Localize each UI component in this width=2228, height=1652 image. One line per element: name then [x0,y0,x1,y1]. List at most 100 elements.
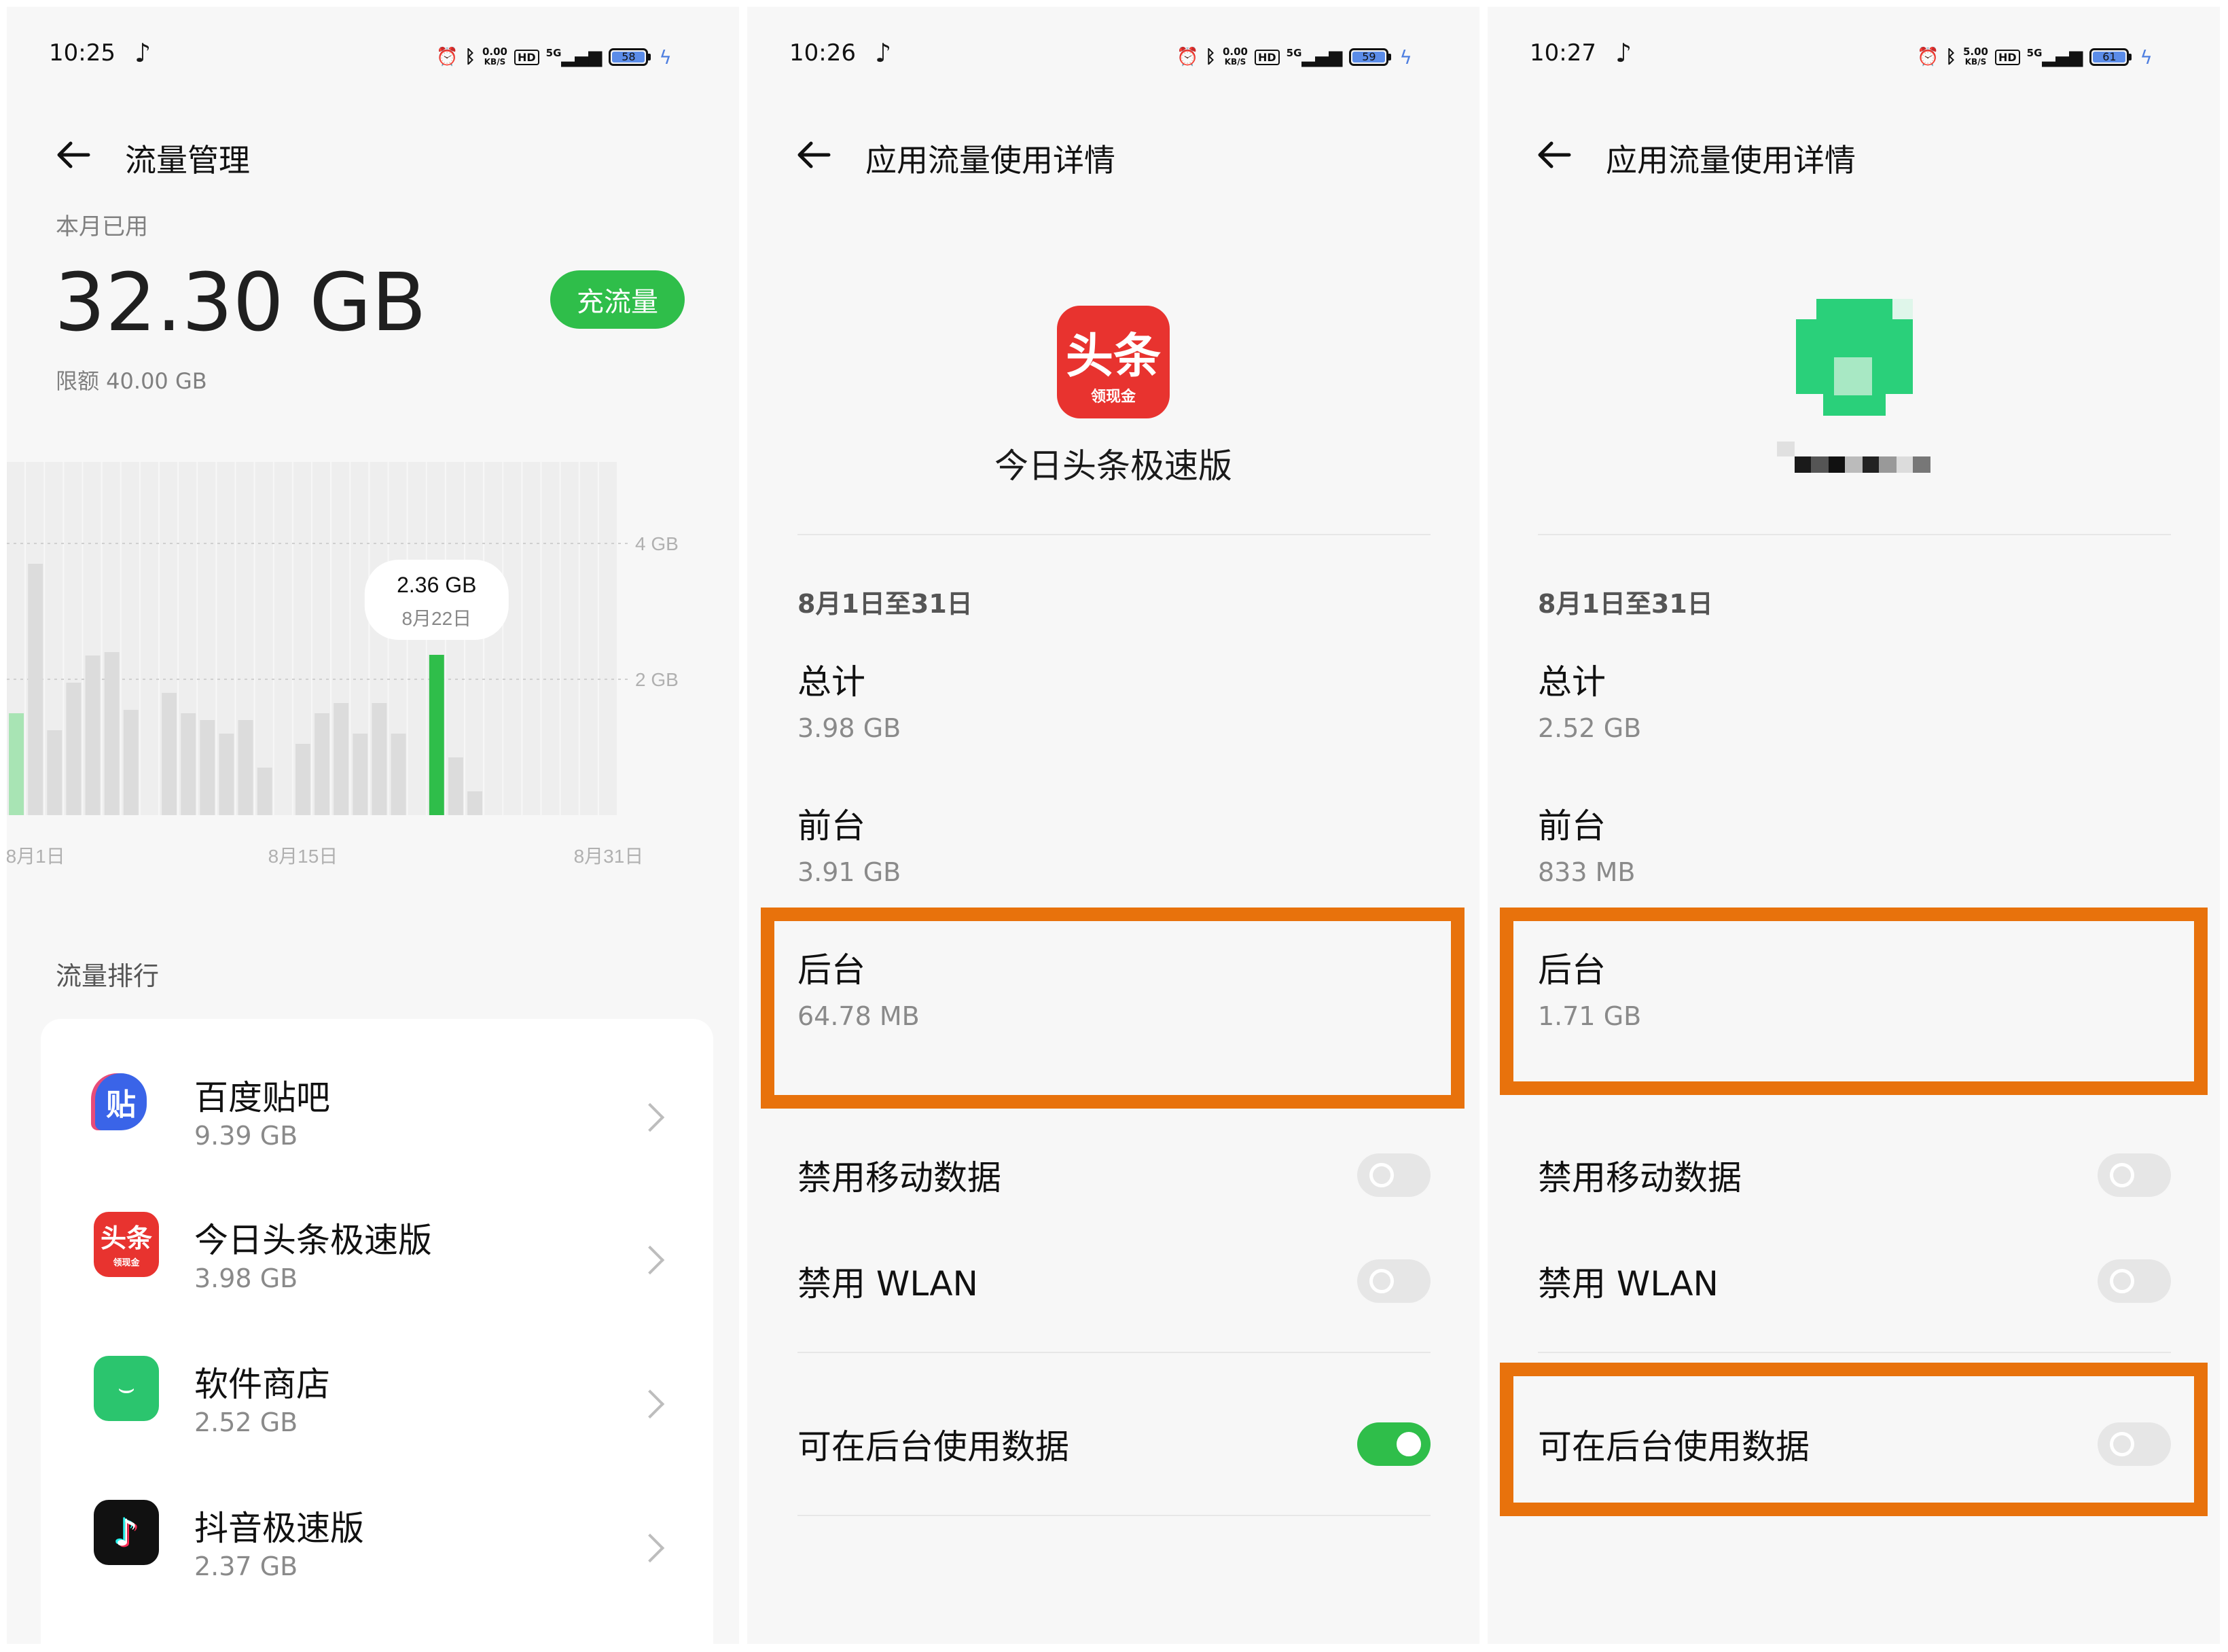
charging-icon: ϟ [2140,46,2153,69]
chart-column-bg [560,462,579,815]
network-speed: 0.00 KB/S [482,46,507,67]
battery-icon: 59 [1349,48,1392,66]
chart-column-bg [484,462,503,815]
chart-column-bg [598,462,617,815]
recharge-button[interactable]: 充流量 [550,270,685,329]
disable-mobile-data-row[interactable]: 禁用移动数据 [1488,1134,2220,1216]
total-value: 3.98 GB [797,713,901,743]
disable-mobile-data-toggle[interactable] [1357,1153,1431,1197]
disable-wlan-label: 禁用 WLAN [1538,1264,1719,1304]
alarm-icon: ⏰ [1917,47,1939,67]
app-data-detail-screen-app-store: 10:27 ♪ ⏰ ᛒ 5.00 KB/S HD 5G▂▄▆ 61 ϟ 应用流量使… [1488,7,2220,1644]
chart-bar [104,652,120,815]
usage-label: 本月已用 [56,213,148,240]
app-row-app-store[interactable]: ⌣ 软件商店 2.52 GB [41,1333,713,1462]
allow-background-data-row[interactable]: 可在后台使用数据 [747,1403,1479,1485]
app-store-icon: ⌣ [94,1356,159,1421]
disable-wlan-label: 禁用 WLAN [797,1264,978,1304]
back-arrow-icon[interactable] [793,134,834,175]
disable-mobile-data-row[interactable]: 禁用移动数据 [747,1134,1479,1216]
highlight-box [1500,1363,2208,1516]
limit-text: 限额 40.00 GB [56,368,207,394]
app-usage: 3.98 GB [194,1263,298,1293]
chart-bar [181,713,196,815]
disable-mobile-data-toggle[interactable] [2098,1153,2171,1197]
page-title: 应用流量使用详情 [865,142,1115,179]
chart-bar [429,655,444,815]
y-tick-label: 2 GB [635,669,679,690]
total-label: 总计 [1538,662,1606,702]
battery-icon: 61 [2089,48,2132,66]
disable-wlan-row[interactable]: 禁用 WLAN [747,1240,1479,1322]
chart-column-bg [140,462,158,815]
status-time: 10:26 [789,39,856,67]
chart-bar [257,768,272,815]
total-label: 总计 [797,662,865,702]
allow-background-data-label: 可在后台使用数据 [797,1427,1069,1467]
chart-bar [28,564,43,815]
signal-icon: 5G▂▄▆ [2026,47,2083,67]
disable-wlan-toggle[interactable] [1357,1259,1431,1303]
disable-wlan-toggle[interactable] [2098,1259,2171,1303]
app-name: 抖音极速版 [194,1509,364,1548]
foreground-value: 833 MB [1538,857,1636,887]
network-speed: 0.00 KB/S [1222,46,1248,67]
toutiao-icon: 头条 领现金 [1057,306,1170,418]
chart-bar [448,757,463,815]
chevron-right-icon [635,1389,665,1419]
app-usage: 9.39 GB [194,1121,298,1151]
chart-column-bg [522,462,541,815]
bluetooth-icon: ᛒ [1205,47,1216,67]
hd-icon: HD [514,49,539,65]
chart-column-bg [255,462,273,815]
chart-bar [238,720,253,815]
app-name: 软件商店 [194,1365,330,1404]
chart-bar [85,656,101,815]
battery-icon: 58 [609,48,651,66]
app-usage: 2.37 GB [194,1551,298,1581]
tiktok-notification-icon: ♪ [875,38,892,68]
chart-bar [372,703,387,815]
charging-icon: ϟ [659,46,672,69]
divider [1538,534,2171,535]
divider [797,1352,1431,1353]
data-management-screen: 10:25 ♪ ⏰ ᛒ 0.00 KB/S HD 5G▂▄▆ 58 ϟ 流量管理 … [7,7,739,1644]
app-name: 百度贴吧 [194,1078,330,1117]
chart-bar [219,734,234,815]
chart-column-bg [541,462,560,815]
disable-wlan-row[interactable]: 禁用 WLAN [1488,1240,2220,1322]
y-tick-label: 4 GB [635,533,679,554]
x-tick-label: 8月1日 [7,846,65,867]
allow-background-data-toggle[interactable] [1357,1422,1431,1466]
app-row-tieba[interactable]: 贴 百度贴吧 9.39 GB [41,1046,713,1175]
alarm-icon: ⏰ [436,47,459,67]
back-arrow-icon[interactable] [1534,134,1575,175]
period-label: 8月1日至31日 [1538,589,1713,619]
app-row-douyin[interactable]: ♪ 抖音极速版 2.37 GB [41,1477,713,1606]
foreground-label: 前台 [797,806,865,846]
divider [797,1515,1431,1516]
chart-column-bg [503,462,522,815]
alarm-icon: ⏰ [1176,47,1199,67]
chevron-right-icon [635,1245,665,1275]
chart-bar [200,720,215,815]
page-title: 应用流量使用详情 [1606,142,1856,179]
chart-column-bg [274,462,292,815]
highlight-box [1500,908,2208,1095]
divider [1538,1352,2171,1353]
status-bar-right: ⏰ ᛒ 5.00 KB/S HD 5G▂▄▆ 61 ϟ [1917,43,2153,71]
back-arrow-icon[interactable] [53,134,94,175]
tiktok-notification-icon: ♪ [1615,38,1632,68]
page-title: 流量管理 [125,142,250,179]
chart-bar [123,710,139,815]
pixelated-app-icon [1796,299,1913,416]
usage-value: 32.30 GB [54,255,427,349]
chart-bar [9,713,24,815]
chevron-right-icon [635,1102,665,1132]
app-usage: 2.52 GB [194,1407,298,1437]
chart-column-bg [579,462,598,815]
app-row-toutiao[interactable]: 头条 领现金 今日头条极速版 3.98 GB [41,1189,713,1318]
app-data-detail-screen-toutiao: 10:26 ♪ ⏰ ᛒ 0.00 KB/S HD 5G▂▄▆ 59 ϟ 应用流量使… [747,7,1479,1644]
disable-mobile-data-label: 禁用移动数据 [1538,1158,1742,1198]
divider [797,534,1431,535]
